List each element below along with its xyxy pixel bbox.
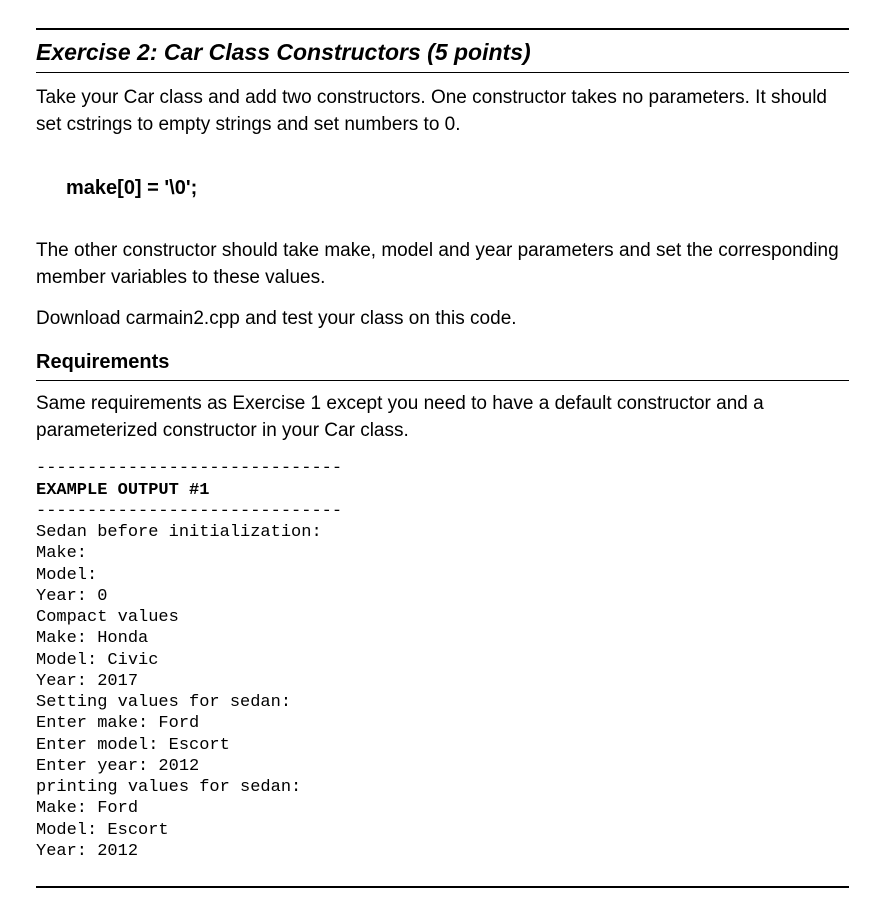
example-line: Make:	[36, 544, 87, 563]
download-instruction: Download carmain2.cpp and test your clas…	[36, 306, 849, 333]
example-line: Enter make: Ford	[36, 714, 199, 733]
example-line: Setting values for sedan:	[36, 693, 291, 712]
example-line: Compact values	[36, 608, 179, 627]
example-line: printing values for sedan:	[36, 778, 301, 797]
requirements-body: Same requirements as Exercise 1 except y…	[36, 391, 849, 444]
example-line: Model: Escort	[36, 821, 169, 840]
example-line: Year: 2012	[36, 842, 138, 861]
example-divider-bottom: ------------------------------	[36, 502, 342, 521]
intro-paragraph-2: The other constructor should take make, …	[36, 238, 849, 291]
example-divider-top: ------------------------------	[36, 459, 342, 478]
example-line: Sedan before initialization:	[36, 523, 322, 542]
example-line: Enter model: Escort	[36, 736, 230, 755]
example-line: Year: 0	[36, 587, 107, 606]
example-line: Make: Honda	[36, 629, 148, 648]
example-line: Make: Ford	[36, 799, 138, 818]
example-output-block: ------------------------------ EXAMPLE O…	[36, 458, 849, 862]
code-snippet: make[0] = '\0';	[66, 174, 849, 202]
example-line: Enter year: 2012	[36, 757, 199, 776]
example-line: Model:	[36, 566, 97, 585]
example-output-header: EXAMPLE OUTPUT #1	[36, 481, 209, 500]
intro-paragraph-1: Take your Car class and add two construc…	[36, 85, 849, 138]
exercise-title: Exercise 2: Car Class Constructors (5 po…	[36, 28, 849, 73]
example-line: Year: 2017	[36, 672, 138, 691]
requirements-heading: Requirements	[36, 348, 849, 381]
example-line: Model: Civic	[36, 651, 158, 670]
